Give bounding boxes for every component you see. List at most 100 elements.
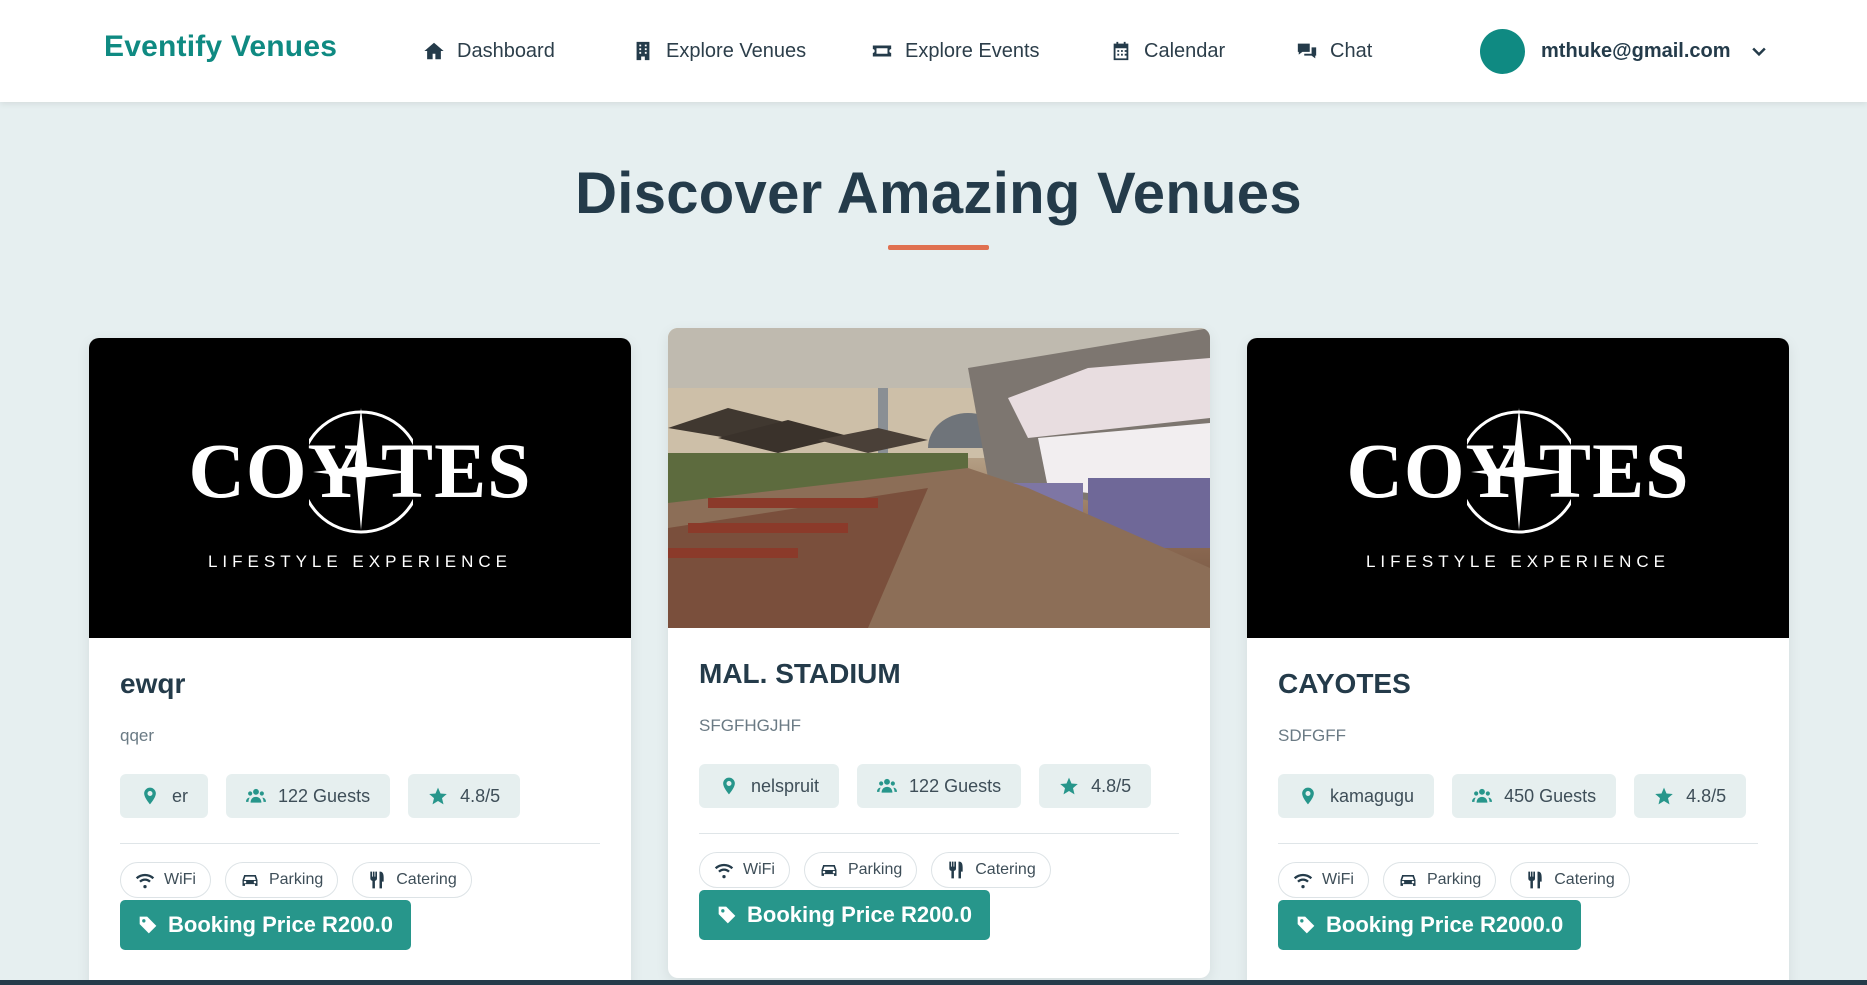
location-text: nelspruit [751, 775, 820, 796]
amenity-label: WiFi [1322, 871, 1354, 888]
car-icon [821, 865, 837, 876]
booking-price-button[interactable]: Booking Price R2000.0 [1278, 900, 1582, 950]
user-menu[interactable]: mthuke@gmail.com [1480, 28, 1769, 74]
amenity-parking: Parking [224, 862, 339, 898]
star-icon [1060, 777, 1078, 795]
users-icon [877, 778, 898, 793]
coyotes-logo: COY TES LIFESTYLE EXPERIENCE [89, 338, 631, 638]
car-icon [1400, 875, 1416, 886]
rating-chip: 4.8/5 [408, 774, 521, 818]
star-icon [1655, 787, 1673, 805]
wifi-icon [1293, 873, 1313, 889]
users-icon [1472, 788, 1493, 803]
nav-calendar[interactable]: Calendar [1110, 36, 1225, 66]
location-pin-icon [144, 787, 156, 805]
amenity-label: Parking [1426, 871, 1482, 888]
amenity-label: Parking [268, 871, 324, 888]
venue-description: SDFGFF [1278, 726, 1346, 745]
rating-text: 4.8/5 [1091, 775, 1132, 796]
rating-text: 4.8/5 [460, 785, 501, 806]
ticket-icon [872, 45, 892, 57]
window-bottom-edge [0, 980, 1867, 985]
booking-price-button[interactable]: Booking Price R200.0 [120, 900, 411, 950]
card-divider [120, 843, 600, 844]
avatar[interactable] [1480, 28, 1525, 74]
logo-sub-text: LIFESTYLE EXPERIENCE [1365, 552, 1671, 571]
users-icon [246, 788, 267, 803]
card-divider [1278, 843, 1758, 844]
location-pin-icon [723, 777, 735, 795]
nav-chat-label: Chat [1330, 39, 1373, 62]
rating-chip: 4.8/5 [1039, 764, 1152, 808]
wifi-icon [714, 863, 734, 879]
amenities-list: WiFi Parking Catering [1278, 862, 1758, 898]
nav-chat[interactable]: Chat [1296, 36, 1372, 66]
venue-card-body: CAYOTES SDFGFF kamagugu 450 Guests 4.8/5… [1278, 668, 1758, 950]
amenity-catering: Catering [1510, 862, 1630, 898]
amenity-catering: Catering [931, 852, 1051, 888]
location-chip: er [120, 774, 209, 818]
nav-dashboard[interactable]: Dashboard [423, 36, 555, 66]
amenities-list: WiFi Parking Catering [699, 852, 1179, 888]
location-text: er [172, 785, 189, 806]
tag-icon [1297, 916, 1315, 934]
amenities-list: WiFi Parking Catering [120, 862, 600, 898]
logo-main-text: COY TES [1346, 427, 1690, 514]
amenity-label: WiFi [743, 861, 775, 878]
guests-text: 450 Guests [1504, 785, 1597, 806]
brand-logo[interactable]: Eventify Venues [104, 30, 337, 64]
tag-icon [139, 916, 157, 934]
venue-info-chips: er 122 Guests 4.8/5 [120, 774, 600, 818]
booking-price-label: Booking Price R200.0 [747, 902, 972, 927]
booking-price-label: Booking Price R200.0 [168, 912, 393, 937]
venue-info-chips: kamagugu 450 Guests 4.8/5 [1278, 774, 1758, 818]
rating-chip: 4.8/5 [1634, 774, 1747, 818]
booking-price-button[interactable]: Booking Price R200.0 [699, 890, 990, 940]
amenity-parking: Parking [803, 852, 918, 888]
guests-text: 122 Guests [909, 775, 1002, 796]
utensils-icon [370, 871, 384, 889]
amenity-label: Catering [396, 871, 457, 888]
venue-card-body: MAL. STADIUM SFGFHGJHF nelspruit 122 Gue… [699, 658, 1179, 940]
logo-sub-text: LIFESTYLE EXPERIENCE [207, 552, 513, 571]
venue-description: qqer [120, 726, 155, 745]
venue-info-chips: nelspruit 122 Guests 4.8/5 [699, 764, 1179, 808]
venue-image-outdoor-photo [668, 328, 1210, 628]
venue-card[interactable]: COY TES LIFESTYLE EXPERIENCE ewqr qqer e… [89, 338, 631, 985]
utensils-icon [949, 861, 963, 879]
amenity-label: Catering [975, 861, 1036, 878]
venue-description: SFGFHGJHF [699, 716, 801, 735]
venue-card[interactable]: MAL. STADIUM SFGFHGJHF nelspruit 122 Gue… [668, 328, 1210, 978]
nav-explore-events[interactable]: Explore Events [871, 36, 1040, 66]
top-navbar: Eventify Venues Dashboard Explore Venues… [0, 0, 1867, 102]
booking-price-label: Booking Price R2000.0 [1326, 912, 1564, 937]
title-underline [888, 245, 989, 250]
amenity-label: Parking [847, 861, 903, 878]
location-chip: kamagugu [1278, 774, 1435, 818]
chevron-down-icon[interactable] [1749, 41, 1769, 61]
guests-chip: 122 Guests [226, 774, 391, 818]
venue-name: MAL. STADIUM [699, 658, 901, 689]
nav-explore-events-label: Explore Events [905, 39, 1040, 62]
car-icon [242, 875, 258, 886]
venue-name: ewqr [120, 668, 186, 699]
venue-name: CAYOTES [1278, 668, 1411, 699]
amenity-wifi: WiFi [120, 862, 211, 898]
venue-card[interactable]: COY TES LIFESTYLE EXPERIENCE CAYOTES SDF… [1247, 338, 1789, 985]
location-chip: nelspruit [699, 764, 840, 808]
page-title: Discover Amazing Venues [575, 161, 1302, 226]
tag-icon [718, 906, 736, 924]
location-pin-icon [1302, 787, 1314, 805]
nav-calendar-label: Calendar [1144, 39, 1226, 62]
guests-chip: 122 Guests [857, 764, 1022, 808]
nav-explore-venues[interactable]: Explore Venues [632, 36, 806, 66]
guests-text: 122 Guests [278, 785, 371, 806]
amenity-catering: Catering [352, 862, 472, 898]
home-icon [424, 42, 444, 60]
calendar-icon [1113, 41, 1129, 61]
utensils-icon [1528, 871, 1542, 889]
venue-card-body: ewqr qqer er 122 Guests 4.8/5 WiFi Parki… [120, 668, 600, 950]
amenity-parking: Parking [1382, 862, 1497, 898]
logo-main-text: COY TES [188, 427, 532, 514]
wifi-icon [135, 873, 155, 889]
